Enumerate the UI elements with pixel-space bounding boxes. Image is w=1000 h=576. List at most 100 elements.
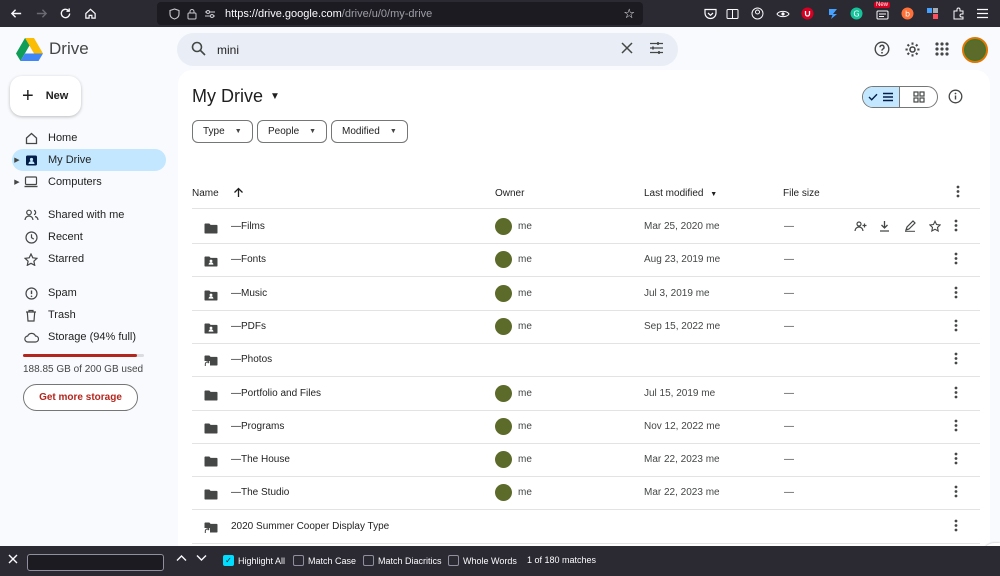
highlight-all-option[interactable]: ✓ Highlight All (223, 555, 285, 566)
reload-icon[interactable] (53, 1, 78, 26)
more-actions-icon[interactable] (954, 452, 958, 470)
whole-words-option[interactable]: Whole Words (448, 555, 517, 566)
file-name: —The House (231, 454, 290, 466)
table-row[interactable]: —Films me Mar 25, 2020 me — (192, 210, 980, 244)
table-row[interactable]: —Photos (192, 343, 980, 378)
search-bar[interactable] (177, 33, 678, 66)
sort-arrow-up-icon[interactable] (233, 187, 244, 201)
more-actions-icon[interactable] (954, 319, 958, 337)
column-header-owner[interactable]: Owner (495, 188, 524, 199)
column-header-name[interactable]: Name (192, 188, 219, 199)
table-row[interactable]: 2020 Summer Cooper Display Type (192, 510, 980, 544)
table-row[interactable]: —Music me Jul 3, 2019 me — (192, 277, 980, 311)
get-more-storage-button[interactable]: Get more storage (23, 384, 138, 411)
bookmark-star-icon[interactable]: ☆ (623, 6, 635, 22)
info-icon[interactable] (948, 89, 963, 109)
clear-search-icon[interactable] (620, 41, 634, 60)
sidebar-item-spam[interactable]: Spam (12, 282, 166, 304)
match-diacritics-checkbox[interactable] (363, 555, 374, 566)
find-previous-icon[interactable] (176, 553, 187, 565)
account-icon[interactable] (749, 5, 766, 22)
share-icon[interactable] (854, 219, 867, 237)
sidebar-item-computers[interactable]: ▶ Computers (12, 171, 166, 193)
forward-icon[interactable] (29, 1, 54, 26)
apps-grid-icon[interactable] (929, 36, 955, 62)
owner-name: me (518, 454, 532, 466)
column-options-icon[interactable] (956, 185, 960, 201)
extension-blue-icon[interactable] (924, 5, 941, 22)
search-input[interactable] (217, 39, 597, 60)
drive-logo[interactable]: Drive (16, 37, 89, 61)
more-actions-icon[interactable] (954, 519, 958, 537)
sidebar-item-my-drive[interactable]: ▶ My Drive (12, 149, 166, 171)
filter-modified-chip[interactable]: Modified ▼ (331, 120, 408, 143)
extension-eye-icon[interactable] (774, 5, 791, 22)
sidebar-item-shared-with-me[interactable]: Shared with me (12, 204, 166, 226)
find-input[interactable] (27, 554, 164, 571)
grid-view-button[interactable] (900, 87, 937, 107)
sidebar-item-home[interactable]: Home (12, 127, 166, 149)
table-row[interactable]: —Portfolio and Files me Jul 15, 2019 me — (192, 377, 980, 411)
page-title[interactable]: My Drive ▼ (192, 86, 280, 107)
match-case-option[interactable]: Match Case (293, 555, 356, 566)
more-actions-icon[interactable] (954, 386, 958, 404)
extension-orange-icon[interactable]: b (899, 5, 916, 22)
table-row[interactable]: —The House me Mar 22, 2023 me — (192, 443, 980, 478)
star-icon[interactable] (928, 219, 942, 237)
tracking-shield-icon[interactable] (165, 7, 183, 20)
settings-gear-icon[interactable] (899, 36, 925, 62)
back-icon[interactable] (4, 1, 29, 26)
expand-arrow-icon[interactable]: ▶ (12, 178, 22, 186)
permissions-icon[interactable] (201, 9, 219, 19)
my-drive-icon (22, 154, 40, 167)
match-case-checkbox[interactable] (293, 555, 304, 566)
highlight-all-checkbox[interactable]: ✓ (223, 555, 234, 566)
url-bar[interactable]: https://drive.google.com/drive/u/0/my-dr… (157, 2, 643, 25)
filter-people-chip[interactable]: People ▼ (257, 120, 328, 143)
more-actions-icon[interactable] (954, 485, 958, 503)
sidebar-item-trash[interactable]: Trash (12, 304, 166, 326)
extensions-puzzle-icon[interactable] (950, 5, 967, 22)
storage-usage-bar (23, 354, 144, 357)
new-button[interactable]: + New (10, 76, 81, 116)
account-avatar[interactable] (962, 37, 988, 63)
pocket-icon[interactable] (702, 5, 719, 22)
ublock-icon[interactable] (799, 5, 816, 22)
table-row[interactable]: —The Studio me Mar 22, 2023 me — (192, 476, 980, 511)
sidebar-item-starred[interactable]: Starred (12, 248, 166, 270)
close-find-icon[interactable] (8, 554, 18, 567)
filter-type-chip[interactable]: Type ▼ (192, 120, 253, 143)
grammarly-icon[interactable]: G (848, 5, 865, 22)
search-icon[interactable] (191, 41, 206, 61)
sidebar-item-recent[interactable]: Recent (12, 226, 166, 248)
more-actions-icon[interactable] (954, 419, 958, 437)
download-icon[interactable] (879, 219, 890, 237)
find-next-icon[interactable] (196, 553, 207, 565)
table-row[interactable]: —Programs me Nov 12, 2022 me — (192, 410, 980, 444)
last-modified: Jul 15, 2019 me (644, 387, 716, 399)
column-header-size[interactable]: File size (783, 188, 820, 199)
sidebar-item-storage[interactable]: Storage (94% full) (12, 326, 166, 348)
search-options-icon[interactable] (649, 41, 664, 60)
extension-new-icon[interactable]: New (874, 2, 891, 22)
expand-arrow-icon[interactable]: ▶ (12, 156, 22, 164)
list-view-button[interactable] (863, 87, 901, 107)
home-icon[interactable] (78, 1, 103, 26)
more-actions-icon[interactable] (954, 352, 958, 370)
column-header-modified[interactable]: Last modified ▼ (644, 188, 717, 199)
whole-words-checkbox[interactable] (448, 555, 459, 566)
title-dropdown-icon[interactable]: ▼ (270, 91, 280, 102)
reader-view-icon[interactable] (724, 5, 741, 22)
help-icon[interactable] (869, 36, 895, 62)
extension-arrow-icon[interactable] (824, 5, 841, 22)
more-actions-icon[interactable] (954, 286, 958, 304)
table-row[interactable]: —Fonts me Aug 23, 2019 me — (192, 243, 980, 278)
chevron-down-icon: ▼ (309, 128, 317, 135)
table-row[interactable]: —PDFs me Sep 15, 2022 me — (192, 310, 980, 344)
match-diacritics-option[interactable]: Match Diacritics (363, 555, 442, 566)
more-actions-icon[interactable] (954, 252, 958, 270)
rename-icon[interactable] (904, 219, 916, 237)
hamburger-menu-icon[interactable] (974, 5, 991, 22)
lock-icon[interactable] (183, 8, 201, 20)
more-actions-icon[interactable] (954, 219, 958, 237)
